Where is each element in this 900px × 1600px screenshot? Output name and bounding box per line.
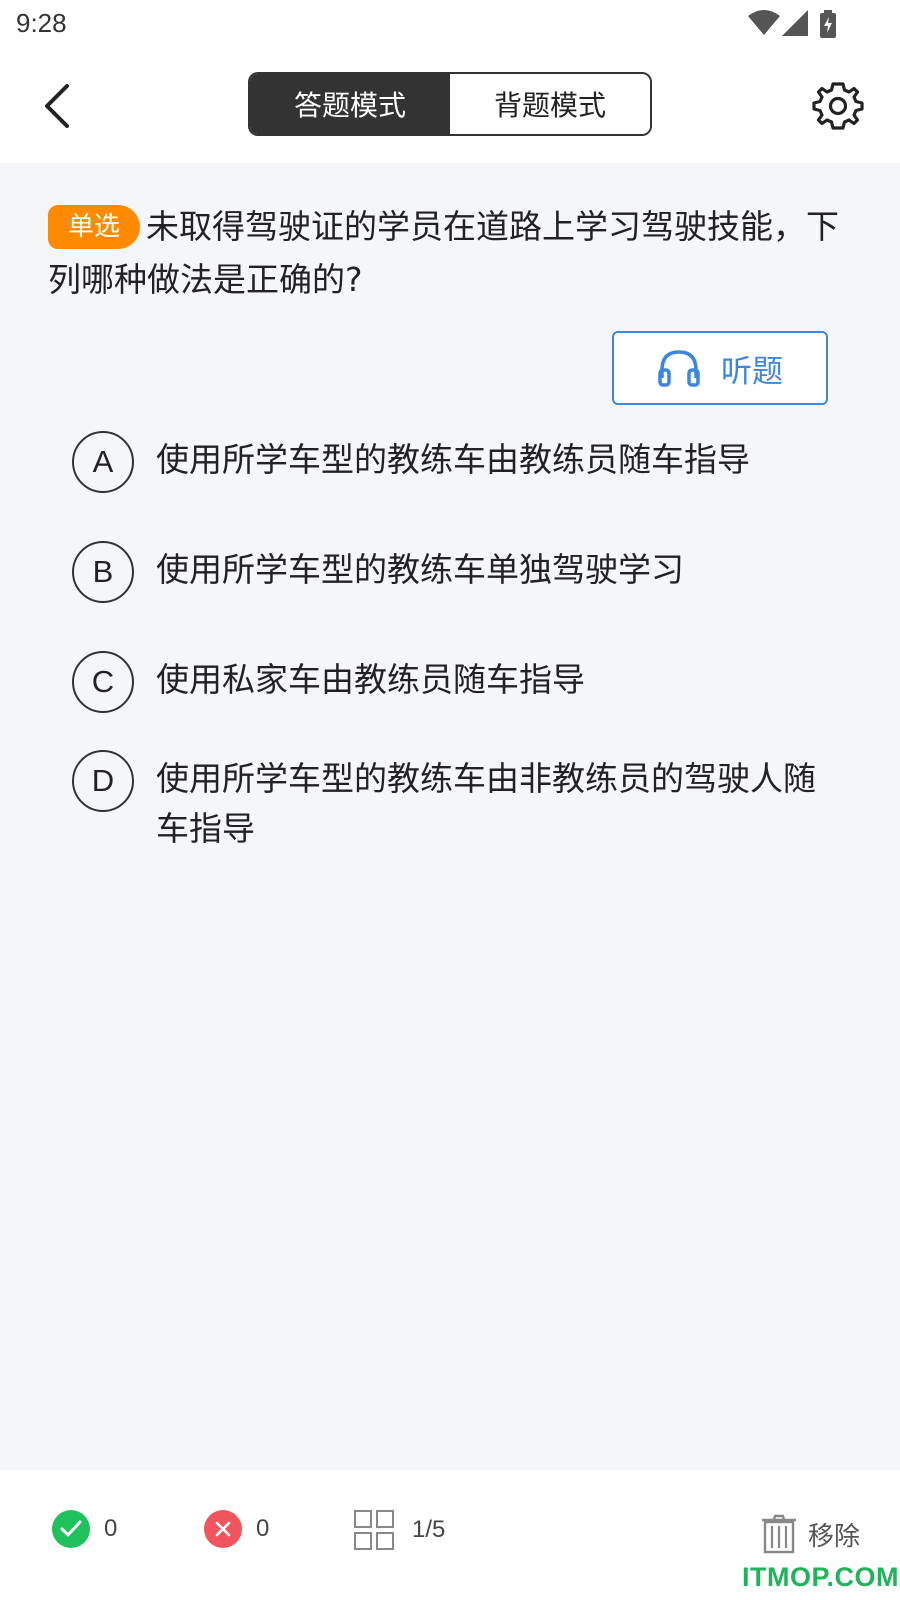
cell-signal-icon — [782, 10, 808, 36]
watermark: ITMOP.COM — [742, 1562, 900, 1592]
progress-count: 1/5 — [412, 1516, 446, 1543]
mode-switch: 答题模式 背题模式 — [248, 72, 652, 136]
wrong-stat[interactable]: 0 — [204, 1510, 269, 1548]
option-d[interactable]: D 使用所学车型的教练车由非教练员的驾驶人随车指导 — [72, 750, 832, 854]
question-type-badge: 单选 — [48, 205, 141, 249]
gear-icon — [812, 82, 864, 130]
settings-button[interactable] — [808, 76, 868, 136]
wifi-icon — [748, 10, 780, 35]
correct-stat[interactable]: 0 — [52, 1510, 117, 1548]
option-d-text: 使用所学车型的教练车由非教练员的驾驶人随车指导 — [156, 759, 816, 848]
option-b-key: B — [72, 541, 134, 603]
cross-icon — [204, 1510, 242, 1548]
question-grid-stat[interactable]: 1/5 — [354, 1510, 445, 1550]
wrong-count: 0 — [256, 1515, 270, 1542]
listen-button[interactable]: 听题 — [612, 331, 828, 405]
option-a[interactable]: A 使用所学车型的教练车由教练员随车指导 — [72, 431, 832, 493]
tab-review-mode[interactable]: 背题模式 — [450, 74, 650, 134]
grid-icon — [354, 1510, 394, 1550]
option-b[interactable]: B 使用所学车型的教练车单独驾驶学习 — [72, 541, 832, 603]
check-icon — [52, 1510, 90, 1548]
listen-button-label: 听题 — [721, 353, 783, 390]
headphones-icon — [658, 350, 700, 387]
remove-button-label: 移除 — [808, 1521, 861, 1552]
option-d-key: D — [72, 750, 134, 812]
remove-button[interactable]: 移除 — [760, 1514, 860, 1554]
option-a-key: A — [72, 431, 134, 493]
status-bar: 9:28 — [0, 0, 900, 50]
status-time: 9:28 — [16, 8, 67, 38]
question-text: 未取得驾驶证的学员在道路上学习驾驶技能，下列哪种做法是正确的? — [48, 207, 840, 299]
option-b-text: 使用所学车型的教练车单独驾驶学习 — [156, 550, 684, 589]
correct-count: 0 — [104, 1515, 118, 1542]
back-button[interactable] — [28, 78, 84, 134]
question-text-block: 单选 未取得驾驶证的学员在道路上学习驾驶技能，下列哪种做法是正确的? — [48, 200, 848, 306]
option-c-key: C — [72, 651, 134, 713]
trash-icon — [762, 1514, 796, 1554]
option-c-text: 使用私家车由教练员随车指导 — [156, 660, 585, 699]
option-a-text: 使用所学车型的教练车由教练员随车指导 — [156, 440, 750, 479]
tab-answer-mode[interactable]: 答题模式 — [250, 74, 450, 134]
back-arrow-icon — [45, 84, 69, 128]
option-c[interactable]: C 使用私家车由教练员随车指导 — [72, 651, 832, 713]
top-bar: 答题模式 背题模式 — [0, 50, 900, 163]
battery-icon — [820, 10, 836, 38]
